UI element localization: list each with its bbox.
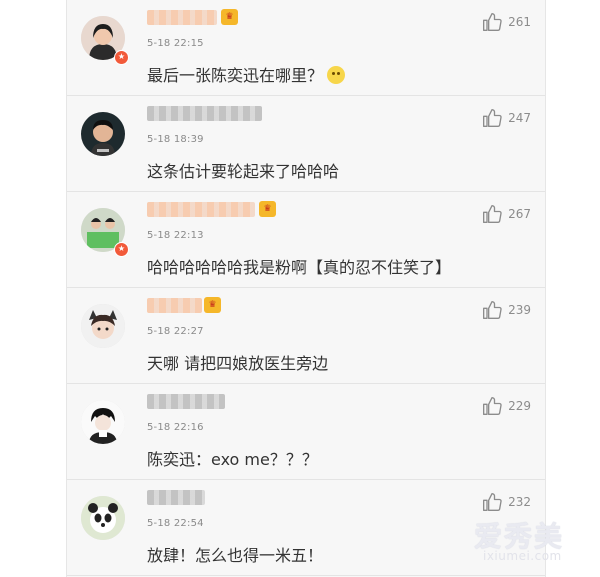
like-button[interactable]: 232 xyxy=(482,492,531,512)
username-censored[interactable] xyxy=(147,106,262,121)
like-button[interactable]: 229 xyxy=(482,396,531,416)
smile-emoji-icon xyxy=(327,66,346,84)
like-count: 229 xyxy=(508,399,531,413)
like-button[interactable]: 247 xyxy=(482,108,531,128)
comment-feed: ★ ♛ 5-18 22:15 最后一张陈奕迅在哪里？ 261 5-18 18:3… xyxy=(66,0,546,577)
timestamp: 5-18 22:54 xyxy=(147,518,204,529)
watermark-url: ixiumei.com xyxy=(483,549,562,563)
thumbs-up-icon xyxy=(483,109,502,128)
thumbs-up-icon xyxy=(483,205,502,223)
comment-item: ♛ 5-18 22:27 天哪 请把四娘放医生旁边 239 xyxy=(67,288,545,384)
like-button[interactable]: 267 xyxy=(482,204,531,224)
avatar[interactable] xyxy=(81,304,125,348)
timestamp: 5-18 18:39 xyxy=(147,134,204,145)
verified-badge-icon: ★ xyxy=(114,50,129,65)
username-censored[interactable] xyxy=(147,298,202,313)
timestamp: 5-18 22:27 xyxy=(147,326,204,337)
comment-text: 放肆！怎么也得一米五！ xyxy=(147,546,324,565)
username-censored[interactable] xyxy=(147,10,217,25)
username-censored[interactable] xyxy=(147,394,225,409)
timestamp: 5-18 22:16 xyxy=(147,422,204,433)
like-count: 261 xyxy=(508,15,531,29)
comment-item: 5-18 22:16 陈奕迅：exo me？？？ 229 xyxy=(67,384,545,480)
thumbs-up-icon xyxy=(483,493,502,511)
crown-icon: ♛ xyxy=(259,201,276,217)
thumbs-up-icon xyxy=(483,301,502,319)
comment-text: 这条估计要轮起来了哈哈哈 xyxy=(147,162,340,181)
comment-item: 5-18 18:39 这条估计要轮起来了哈哈哈 247 xyxy=(67,96,545,192)
like-button[interactable]: 239 xyxy=(482,300,531,320)
comment-text: 陈奕迅：exo me？？？ xyxy=(147,450,318,469)
crown-icon: ♛ xyxy=(204,297,221,313)
username-censored[interactable] xyxy=(147,202,255,217)
timestamp: 5-18 22:15 xyxy=(147,38,204,49)
verified-badge-icon: ★ xyxy=(114,242,129,257)
like-count: 239 xyxy=(508,303,531,317)
avatar[interactable] xyxy=(81,400,125,444)
comment-text: 天哪 请把四娘放医生旁边 xyxy=(147,354,329,373)
comment-text: 哈哈哈哈哈哈我是粉啊【真的忍不住笑了】 xyxy=(147,258,452,277)
comment-text-body: 最后一张陈奕迅在哪里？ xyxy=(147,66,324,85)
crown-icon: ♛ xyxy=(221,9,238,25)
thumbs-up-icon xyxy=(483,397,502,415)
like-count: 247 xyxy=(508,111,531,125)
username-censored[interactable] xyxy=(147,490,205,505)
thumbs-up-icon xyxy=(483,13,502,32)
avatar[interactable] xyxy=(81,112,125,156)
like-count: 267 xyxy=(508,207,531,221)
timestamp: 5-18 22:13 xyxy=(147,230,204,241)
comment-item: ★ ♛ 5-18 22:13 哈哈哈哈哈哈我是粉啊【真的忍不住笑了】 267 xyxy=(67,192,545,288)
comment-text: 最后一张陈奕迅在哪里？ xyxy=(147,62,346,86)
comment-item: ★ ♛ 5-18 22:15 最后一张陈奕迅在哪里？ 261 xyxy=(67,0,545,96)
avatar[interactable] xyxy=(81,496,125,540)
like-button[interactable]: 261 xyxy=(482,12,531,32)
like-count: 232 xyxy=(508,495,531,509)
